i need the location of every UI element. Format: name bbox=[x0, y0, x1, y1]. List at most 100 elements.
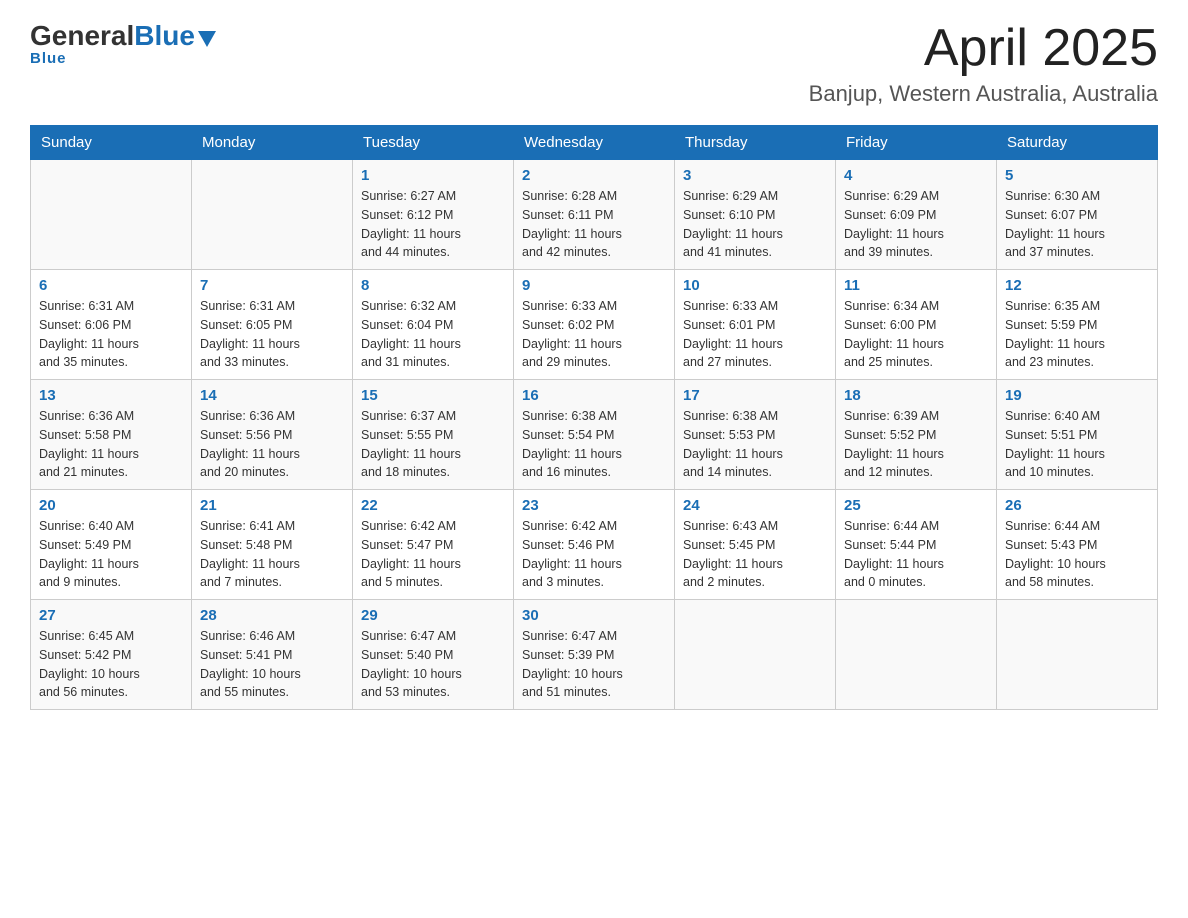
calendar-cell: 20Sunrise: 6:40 AM Sunset: 5:49 PM Dayli… bbox=[31, 490, 192, 600]
day-number: 13 bbox=[39, 387, 183, 404]
day-number: 25 bbox=[844, 497, 988, 514]
day-number: 23 bbox=[522, 497, 666, 514]
header-wednesday: Wednesday bbox=[514, 126, 675, 160]
calendar-cell: 13 Sunrise: 6:36 AM Sunset: 5:58 PM Dayli… bbox=[31, 380, 192, 490]
header-friday: Friday bbox=[836, 126, 997, 160]
week-row-1: 1 Sunrise: 6:27 AM Sunset: 6:12 PM Daylig… bbox=[31, 160, 1158, 270]
day-info: Sunrise: 6:29 AM Sunset: 6:09 PM Dayligh… bbox=[844, 187, 988, 262]
day-info: Sunrise: 6:38 AM Sunset: 5:53 PM Dayligh… bbox=[683, 407, 827, 482]
day-number: 12 bbox=[1005, 277, 1149, 294]
day-info: Sunrise: 6:41 AM Sunset: 5:48 PM Dayligh… bbox=[200, 517, 344, 592]
calendar-cell: 8 Sunrise: 6:32 AM Sunset: 6:04 PM Daylig… bbox=[353, 270, 514, 380]
calendar-cell: 11 Sunrise: 6:34 AM Sunset: 6:00 PM Dayli… bbox=[836, 270, 997, 380]
week-row-2: 6 Sunrise: 6:31 AM Sunset: 6:06 PM Daylig… bbox=[31, 270, 1158, 380]
calendar-body: 1 Sunrise: 6:27 AM Sunset: 6:12 PM Daylig… bbox=[31, 160, 1158, 710]
calendar-cell: 30 Sunrise: 6:47 AM Sunset: 5:39 PM Dayli… bbox=[514, 600, 675, 710]
calendar-cell bbox=[675, 600, 836, 710]
day-info: Sunrise: 6:33 AM Sunset: 6:01 PM Dayligh… bbox=[683, 297, 827, 372]
header-monday: Monday bbox=[192, 126, 353, 160]
day-number: 4 bbox=[844, 167, 988, 184]
day-number: 21 bbox=[200, 497, 344, 514]
calendar-cell bbox=[192, 160, 353, 270]
logo-underline: Blue bbox=[30, 50, 67, 67]
day-number: 26 bbox=[1005, 497, 1149, 514]
calendar-cell bbox=[31, 160, 192, 270]
day-number: 5 bbox=[1005, 167, 1149, 184]
header-sunday: Sunday bbox=[31, 126, 192, 160]
day-number: 15 bbox=[361, 387, 505, 404]
calendar-cell bbox=[997, 600, 1158, 710]
calendar-cell: 15Sunrise: 6:37 AM Sunset: 5:55 PM Dayli… bbox=[353, 380, 514, 490]
week-row-4: 20Sunrise: 6:40 AM Sunset: 5:49 PM Dayli… bbox=[31, 490, 1158, 600]
month-title: April 2025 bbox=[809, 20, 1158, 77]
day-info: Sunrise: 6:47 AM Sunset: 5:40 PM Dayligh… bbox=[361, 627, 505, 702]
day-info: Sunrise: 6:33 AM Sunset: 6:02 PM Dayligh… bbox=[522, 297, 666, 372]
location-title: Banjup, Western Australia, Australia bbox=[809, 81, 1158, 107]
calendar-cell: 10 Sunrise: 6:33 AM Sunset: 6:01 PM Dayli… bbox=[675, 270, 836, 380]
page-header: General Blue Blue April 2025 Banjup, Wes… bbox=[30, 20, 1158, 107]
day-number: 22 bbox=[361, 497, 505, 514]
calendar-cell: 25 Sunrise: 6:44 AM Sunset: 5:44 PM Dayli… bbox=[836, 490, 997, 600]
day-info: Sunrise: 6:32 AM Sunset: 6:04 PM Dayligh… bbox=[361, 297, 505, 372]
day-number: 11 bbox=[844, 277, 988, 294]
calendar-cell: 27Sunrise: 6:45 AM Sunset: 5:42 PM Dayli… bbox=[31, 600, 192, 710]
day-info: Sunrise: 6:40 AM Sunset: 5:49 PM Dayligh… bbox=[39, 517, 183, 592]
calendar-cell: 26 Sunrise: 6:44 AM Sunset: 5:43 PM Dayli… bbox=[997, 490, 1158, 600]
day-number: 28 bbox=[200, 607, 344, 624]
day-number: 10 bbox=[683, 277, 827, 294]
header-thursday: Thursday bbox=[675, 126, 836, 160]
calendar-cell: 19Sunrise: 6:40 AM Sunset: 5:51 PM Dayli… bbox=[997, 380, 1158, 490]
day-number: 3 bbox=[683, 167, 827, 184]
day-info: Sunrise: 6:36 AM Sunset: 5:58 PM Dayligh… bbox=[39, 407, 183, 482]
title-section: April 2025 Banjup, Western Australia, Au… bbox=[809, 20, 1158, 107]
day-number: 29 bbox=[361, 607, 505, 624]
day-number: 1 bbox=[361, 167, 505, 184]
header-saturday: Saturday bbox=[997, 126, 1158, 160]
day-number: 24 bbox=[683, 497, 827, 514]
calendar-cell: 16 Sunrise: 6:38 AM Sunset: 5:54 PM Dayli… bbox=[514, 380, 675, 490]
day-number: 8 bbox=[361, 277, 505, 294]
logo: General Blue Blue bbox=[30, 20, 216, 67]
day-info: Sunrise: 6:38 AM Sunset: 5:54 PM Dayligh… bbox=[522, 407, 666, 482]
day-number: 6 bbox=[39, 277, 183, 294]
logo-general: General bbox=[30, 20, 134, 52]
day-info: Sunrise: 6:27 AM Sunset: 6:12 PM Dayligh… bbox=[361, 187, 505, 262]
day-number: 30 bbox=[522, 607, 666, 624]
calendar-cell: 24 Sunrise: 6:43 AM Sunset: 5:45 PM Dayli… bbox=[675, 490, 836, 600]
day-number: 9 bbox=[522, 277, 666, 294]
day-number: 16 bbox=[522, 387, 666, 404]
header-row: SundayMondayTuesdayWednesdayThursdayFrid… bbox=[31, 126, 1158, 160]
calendar-header: SundayMondayTuesdayWednesdayThursdayFrid… bbox=[31, 126, 1158, 160]
calendar-cell: 6 Sunrise: 6:31 AM Sunset: 6:06 PM Daylig… bbox=[31, 270, 192, 380]
day-number: 18 bbox=[844, 387, 988, 404]
day-info: Sunrise: 6:34 AM Sunset: 6:00 PM Dayligh… bbox=[844, 297, 988, 372]
logo-triangle-icon bbox=[198, 31, 216, 47]
day-number: 14 bbox=[200, 387, 344, 404]
calendar-cell: 3 Sunrise: 6:29 AM Sunset: 6:10 PM Daylig… bbox=[675, 160, 836, 270]
day-info: Sunrise: 6:44 AM Sunset: 5:43 PM Dayligh… bbox=[1005, 517, 1149, 592]
calendar-cell: 2Sunrise: 6:28 AM Sunset: 6:11 PM Daylig… bbox=[514, 160, 675, 270]
week-row-3: 13 Sunrise: 6:36 AM Sunset: 5:58 PM Dayli… bbox=[31, 380, 1158, 490]
calendar-cell: 7Sunrise: 6:31 AM Sunset: 6:05 PM Daylig… bbox=[192, 270, 353, 380]
day-number: 17 bbox=[683, 387, 827, 404]
day-info: Sunrise: 6:36 AM Sunset: 5:56 PM Dayligh… bbox=[200, 407, 344, 482]
logo-blue-text: Blue bbox=[134, 20, 195, 52]
day-info: Sunrise: 6:31 AM Sunset: 6:06 PM Dayligh… bbox=[39, 297, 183, 372]
day-info: Sunrise: 6:44 AM Sunset: 5:44 PM Dayligh… bbox=[844, 517, 988, 592]
calendar-table: SundayMondayTuesdayWednesdayThursdayFrid… bbox=[30, 125, 1158, 710]
calendar-cell: 1 Sunrise: 6:27 AM Sunset: 6:12 PM Daylig… bbox=[353, 160, 514, 270]
day-info: Sunrise: 6:42 AM Sunset: 5:47 PM Dayligh… bbox=[361, 517, 505, 592]
day-info: Sunrise: 6:43 AM Sunset: 5:45 PM Dayligh… bbox=[683, 517, 827, 592]
day-number: 2 bbox=[522, 167, 666, 184]
calendar-cell: 4 Sunrise: 6:29 AM Sunset: 6:09 PM Daylig… bbox=[836, 160, 997, 270]
logo-text: General Blue bbox=[30, 20, 216, 52]
day-info: Sunrise: 6:46 AM Sunset: 5:41 PM Dayligh… bbox=[200, 627, 344, 702]
calendar-cell: 17 Sunrise: 6:38 AM Sunset: 5:53 PM Dayli… bbox=[675, 380, 836, 490]
day-info: Sunrise: 6:35 AM Sunset: 5:59 PM Dayligh… bbox=[1005, 297, 1149, 372]
day-info: Sunrise: 6:42 AM Sunset: 5:46 PM Dayligh… bbox=[522, 517, 666, 592]
day-info: Sunrise: 6:47 AM Sunset: 5:39 PM Dayligh… bbox=[522, 627, 666, 702]
calendar-cell: 18 Sunrise: 6:39 AM Sunset: 5:52 PM Dayli… bbox=[836, 380, 997, 490]
calendar-cell: 5Sunrise: 6:30 AM Sunset: 6:07 PM Daylig… bbox=[997, 160, 1158, 270]
day-info: Sunrise: 6:39 AM Sunset: 5:52 PM Dayligh… bbox=[844, 407, 988, 482]
day-info: Sunrise: 6:29 AM Sunset: 6:10 PM Dayligh… bbox=[683, 187, 827, 262]
